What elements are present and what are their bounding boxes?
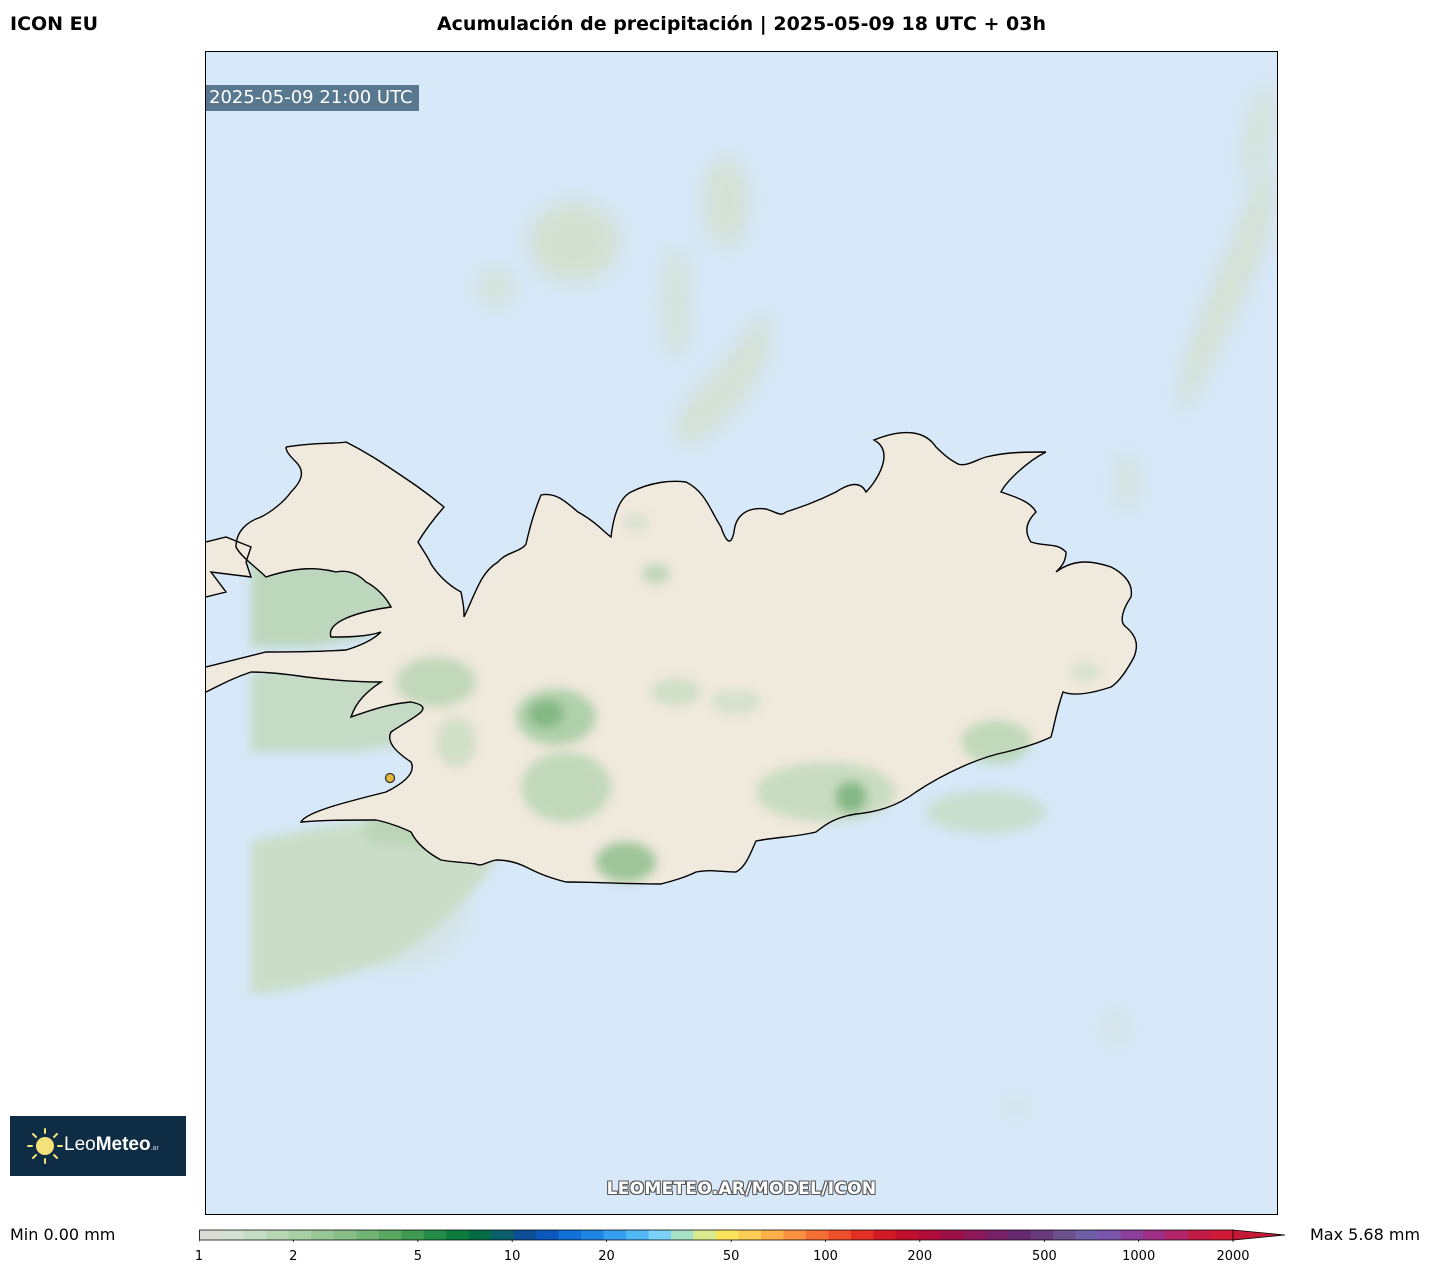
colorbar-swatch [873, 1230, 897, 1240]
colorbar-tick-label: 1000 [1122, 1249, 1156, 1264]
colorbar-tick-label: 10 [503, 1249, 521, 1264]
colorbar-swatch [1188, 1230, 1212, 1240]
colorbar-swatch [243, 1230, 268, 1240]
colorbar-swatch [1075, 1230, 1099, 1240]
colorbar-swatch [199, 1230, 223, 1240]
map-canvas [206, 52, 1277, 1214]
colorbar-swatch [648, 1230, 672, 1240]
colorbar-swatch [536, 1230, 560, 1240]
colorbar-ticks: 1 2 5 10 20 50 100 200 500 1000 2000 [0, 1249, 1434, 1269]
max-value-label: Max 5.68 mm [1310, 1225, 1421, 1244]
colorbar-tick-label: 200 [907, 1249, 933, 1264]
colorbar-swatch [626, 1230, 650, 1240]
precipitation-map[interactable]: 2025-05-09 21:00 UTC LEOMETEO.AR/MODEL/I… [205, 51, 1278, 1215]
colorbar-swatch [1098, 1230, 1122, 1240]
colorbar-swatch [491, 1230, 515, 1240]
colorbar-swatch [918, 1230, 942, 1240]
colorbar-swatch [333, 1230, 357, 1240]
colorbar-swatch [1008, 1230, 1032, 1240]
watermark-url[interactable]: LEOMETEO.AR/MODEL/ICON [206, 1179, 1277, 1199]
colorbar-swatch [1143, 1230, 1167, 1240]
colorbar-swatch [1053, 1230, 1077, 1240]
colorbar-swatch [1165, 1230, 1189, 1240]
colorbar-swatch [378, 1230, 402, 1240]
colorbar-swatch [671, 1230, 695, 1240]
precip-colorbar [199, 1229, 1286, 1242]
colorbar-swatch [850, 1230, 874, 1240]
colorbar-swatch [513, 1230, 537, 1240]
colorbar-swatch [468, 1230, 492, 1240]
colorbar-tick-label: 1 [194, 1249, 204, 1264]
map-title: Acumulación de precipitación | 2025-05-0… [436, 13, 1047, 35]
colorbar-tick-label: 50 [722, 1249, 740, 1264]
colorbar-swatch [311, 1230, 335, 1240]
colorbar-swatch [603, 1230, 627, 1240]
location-marker [384, 772, 396, 784]
valid-time-label: 2025-05-09 21:00 UTC [206, 85, 419, 111]
colorbar-tick-label: 100 [813, 1249, 838, 1264]
colorbar-swatch [760, 1230, 785, 1240]
colorbar-tick-label: 2 [289, 1249, 298, 1264]
colorbar-swatch [1210, 1230, 1234, 1240]
colorbar-swatch [828, 1230, 852, 1240]
colorbar-swatch [895, 1230, 919, 1240]
logo-text: LeoMeteo.ar [64, 1134, 159, 1155]
colorbar-swatch [940, 1230, 964, 1240]
min-value-label: Min 0.00 mm [10, 1225, 116, 1244]
colorbar-swatch [1120, 1230, 1144, 1240]
colorbar-swatch [783, 1230, 807, 1240]
colorbar-swatch [266, 1230, 290, 1240]
colorbar-swatch [963, 1230, 987, 1240]
colorbar-swatch [356, 1230, 380, 1240]
colorbar-tick-label: 500 [1031, 1249, 1057, 1264]
colorbar-swatch [738, 1230, 762, 1240]
colorbar-swatch [581, 1230, 605, 1240]
colorbar-swatch [221, 1230, 245, 1240]
leometeo-logo[interactable]: LeoMeteo.ar [10, 1116, 186, 1176]
colorbar-swatch [558, 1230, 582, 1240]
colorbar-swatch [401, 1230, 425, 1240]
colorbar-extend-arrow [1232, 1229, 1286, 1241]
sun-icon [27, 1128, 63, 1164]
colorbar-swatch [805, 1230, 829, 1240]
colorbar-swatch [985, 1230, 1009, 1240]
colorbar-tick-label: 2000 [1216, 1249, 1250, 1264]
colorbar-swatch [288, 1230, 312, 1240]
colorbar-swatch [446, 1230, 470, 1240]
colorbar-swatch [423, 1230, 447, 1240]
colorbar-tick-label: 20 [598, 1249, 615, 1264]
colorbar-swatch [716, 1230, 740, 1240]
colorbar-tick-label: 5 [413, 1249, 423, 1264]
colorbar-swatch [1030, 1230, 1054, 1240]
colorbar-swatch [693, 1230, 717, 1240]
model-name: ICON EU [10, 13, 99, 35]
